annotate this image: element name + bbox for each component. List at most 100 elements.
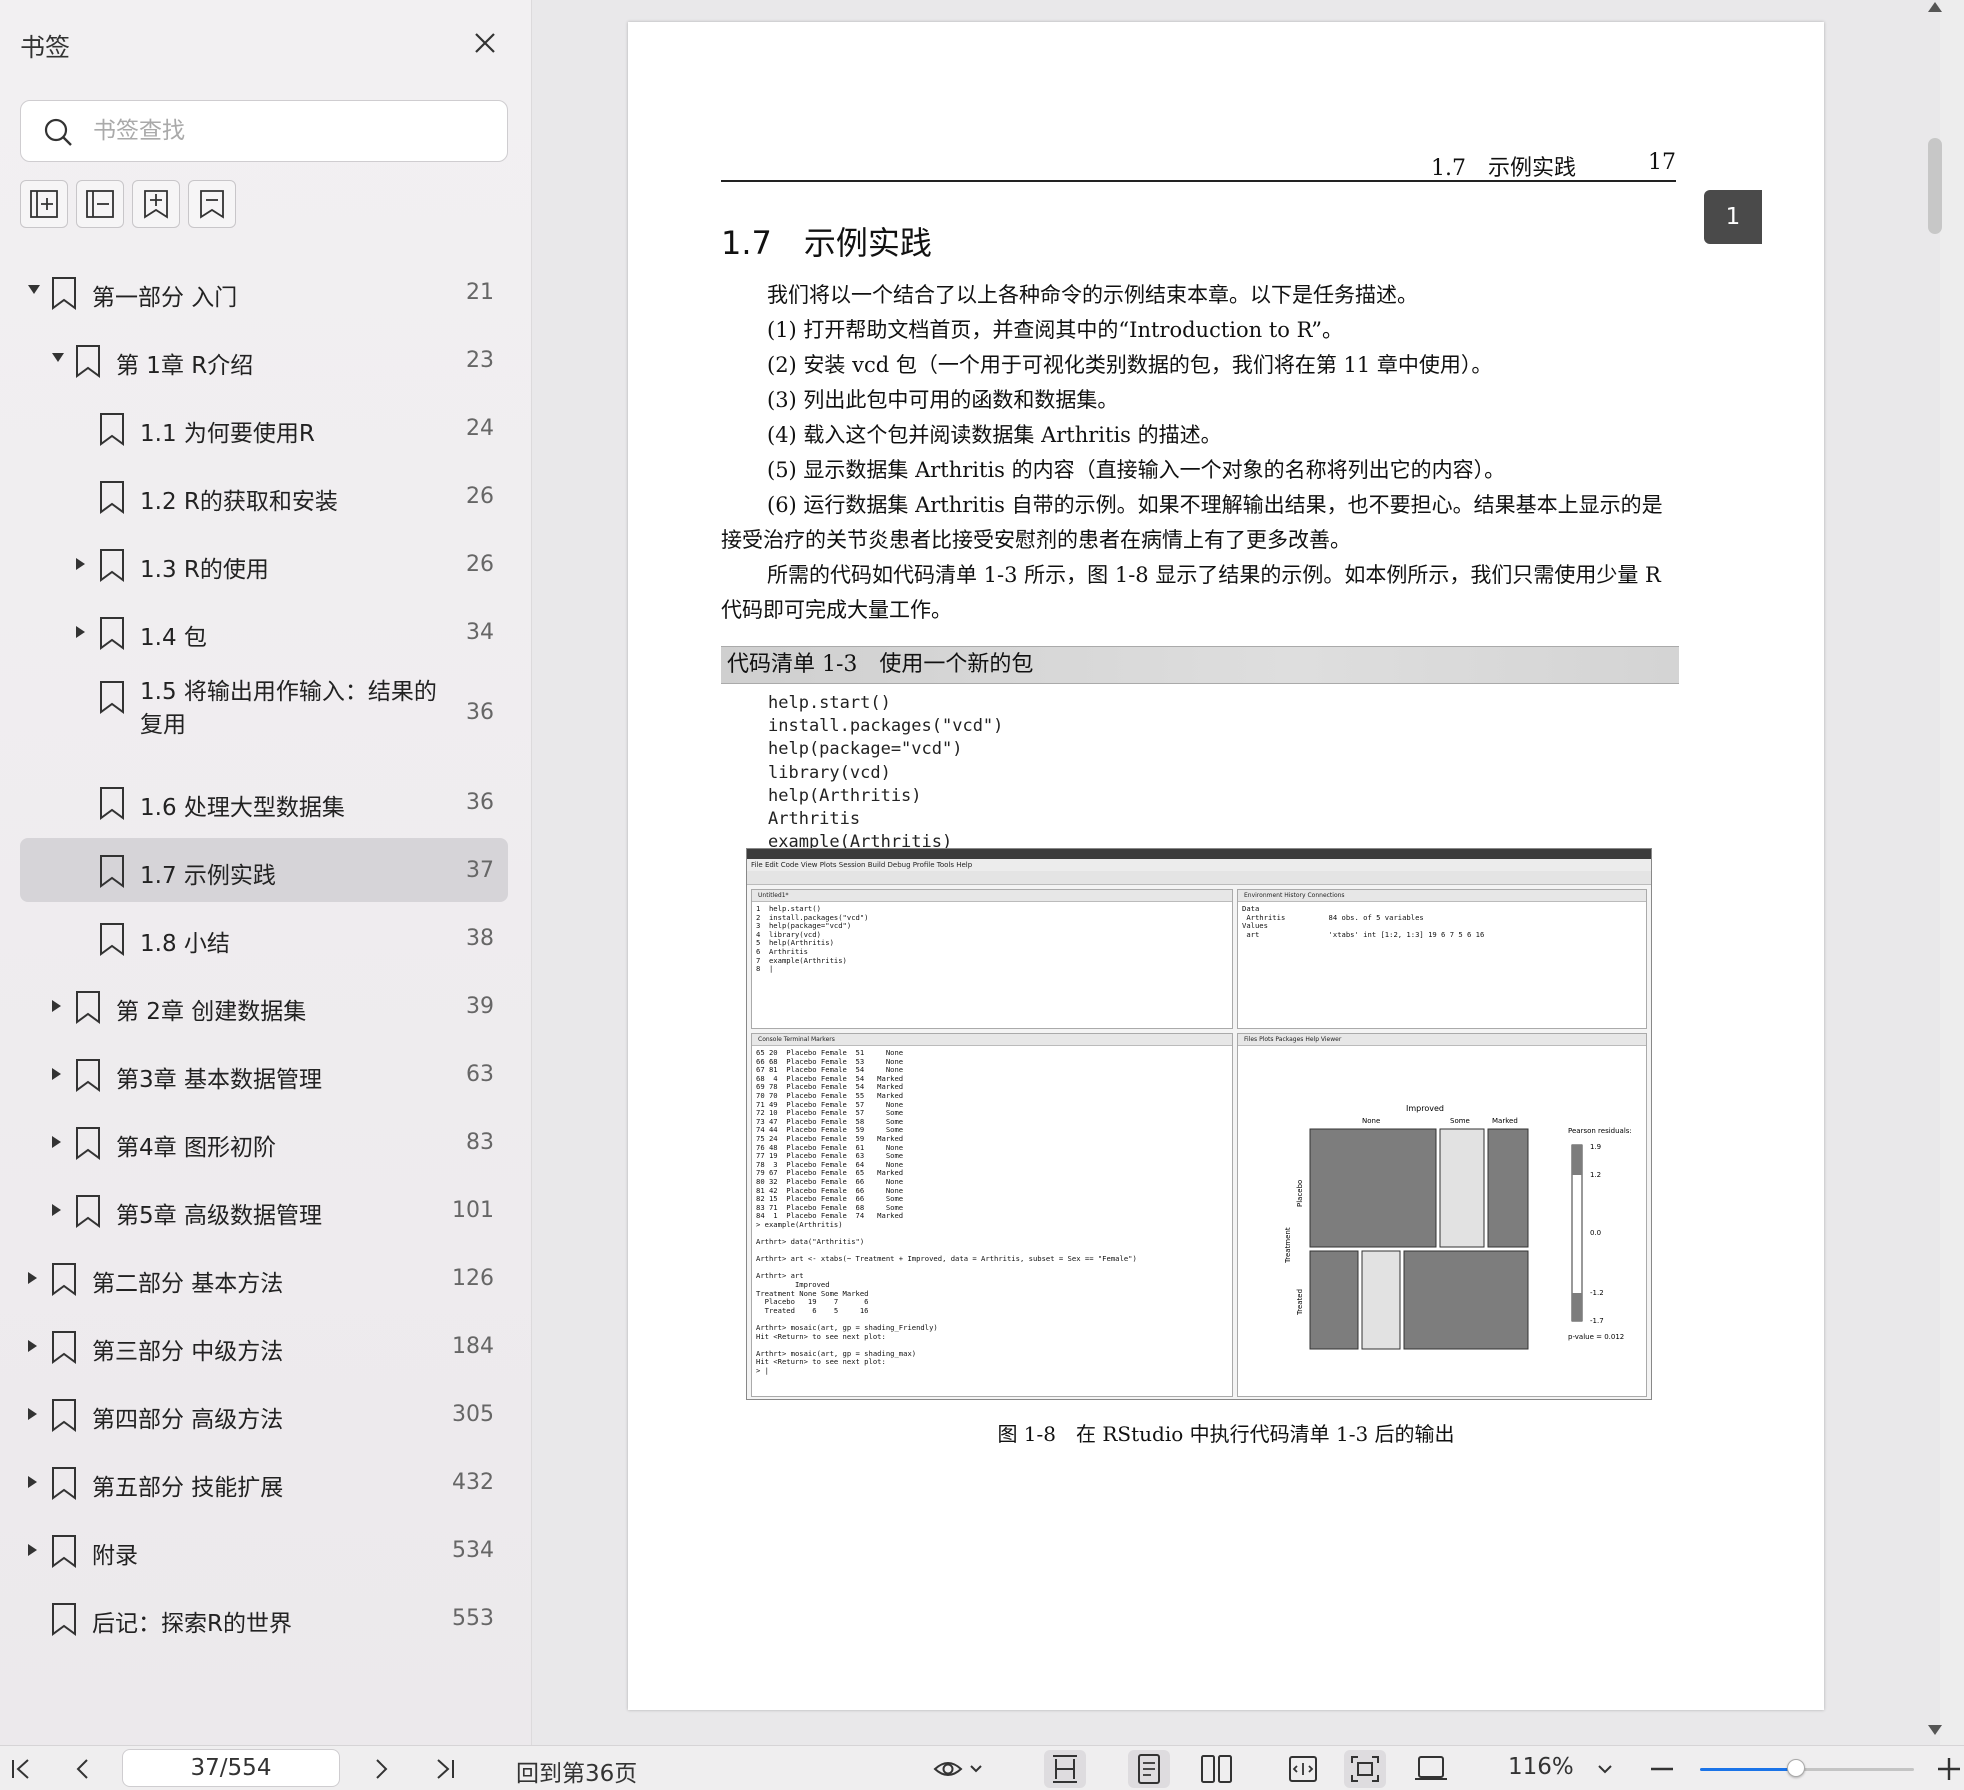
single-page-button[interactable] (1128, 1750, 1170, 1788)
collapsed-arrow-icon[interactable] (52, 1136, 61, 1148)
bookmark-item[interactable]: 1.2 R的获取和安装 26 (20, 464, 508, 528)
bookmark-item[interactable]: 1.7 示例实践 37 (20, 838, 508, 902)
zoom-level[interactable]: 116% (1508, 1754, 1574, 1780)
bookmark-search-input[interactable] (93, 111, 493, 151)
bookmark-icon (76, 1059, 100, 1092)
bookmark-page-number: 21 (466, 280, 494, 305)
bookmark-label: 后记：探索R的世界 (92, 1611, 292, 1637)
bookmark-item[interactable]: 第4章 图形初阶 83 (20, 1110, 508, 1174)
page-number-field[interactable] (122, 1749, 340, 1787)
mosaic-plot: Improved None Some Marked Treatment Placebo Tr… (1284, 1104, 1632, 1350)
step-text: (4) 载入这个包并阅读数据集 Arthritis 的描述。 (767, 423, 1222, 447)
continuous-scroll-button[interactable] (1044, 1750, 1086, 1788)
bookmark-item[interactable]: 第一部分 入门 21 (20, 260, 508, 324)
expanded-arrow-icon[interactable] (52, 353, 64, 362)
bookmark-item[interactable]: 第三部分 中级方法 184 (20, 1314, 508, 1378)
bookmark-item[interactable]: 第5章 高级数据管理 101 (20, 1178, 508, 1242)
zoom-dropdown-chevron-icon[interactable] (1590, 1752, 1620, 1786)
zoom-slider-knob[interactable] (1787, 1759, 1806, 1777)
collapsed-arrow-icon[interactable] (76, 558, 85, 570)
step-2: (2) 安装 vcd 包（一个用于可视化类别数据的包，我们将在第 11 章中使用… (721, 348, 1681, 383)
bookmark-item[interactable]: 1.1 为何要使用R 24 (20, 396, 508, 460)
bookmark-icon (76, 1195, 100, 1228)
code-line: help(Arthritis) (768, 785, 922, 806)
bookmark-item[interactable]: 1.4 包 34 (20, 600, 508, 664)
vertical-scrollbar[interactable] (1940, 0, 1964, 1745)
eye-view-mode-icon[interactable] (932, 1752, 986, 1786)
collapsed-arrow-icon[interactable] (28, 1408, 37, 1420)
mosaic-tile (1309, 1128, 1437, 1248)
zoom-out-icon[interactable] (1645, 1752, 1679, 1786)
presentation-icon[interactable] (1410, 1752, 1452, 1786)
bookmark-item[interactable]: 第二部分 基本方法 126 (20, 1246, 508, 1310)
bookmark-page-number: 26 (466, 484, 494, 509)
bookmark-item[interactable]: 第五部分 技能扩展 432 (20, 1450, 508, 1514)
legend-tick-label: 1.9 (1590, 1143, 1601, 1151)
bookmark-item[interactable]: 第四部分 高级方法 305 (20, 1382, 508, 1446)
legend-title: Pearson residuals: (1568, 1127, 1632, 1135)
zoom-in-icon[interactable] (1934, 1752, 1964, 1786)
bookmark-page-number: 553 (452, 1606, 494, 1631)
collapsed-arrow-icon[interactable] (52, 1000, 61, 1012)
bookmark-icon (76, 345, 100, 378)
intro-text: 我们将以一个结合了以上各种命令的示例结束本章。以下是任务描述。 (767, 283, 1418, 307)
bookmark-item[interactable]: 1.3 R的使用 26 (20, 532, 508, 596)
expanded-arrow-icon[interactable] (28, 285, 40, 294)
bookmark-page-number: 24 (466, 416, 494, 441)
bookmark-item[interactable]: 1.5 将输出用作输入：结果的复用 36 (20, 668, 508, 756)
next-page-icon[interactable] (364, 1752, 398, 1786)
remove-bookmark-button[interactable] (188, 180, 236, 228)
rstudio-screenshot-figure: File Edit Code View Plots Session Build … (746, 848, 1652, 1400)
bookmark-icon (76, 991, 100, 1024)
legend-tick-label: -1.2 (1590, 1289, 1604, 1297)
go-back-link[interactable]: 回到第36页 (516, 1754, 637, 1788)
editor-code: 1 help.start() 2 install.packages("vcd")… (756, 904, 869, 974)
bookmark-page-number: 63 (466, 1062, 494, 1087)
collapsed-arrow-icon[interactable] (28, 1272, 37, 1284)
step-text: (3) 列出此包中可用的函数和数据集。 (767, 388, 1119, 412)
code-line: library(vcd) (768, 762, 891, 783)
add-bookmark-button[interactable] (132, 180, 180, 228)
scroll-up-arrow-icon[interactable] (1928, 2, 1942, 12)
bookmark-item[interactable]: 1.6 处理大型数据集 36 (20, 770, 508, 834)
last-page-icon[interactable] (428, 1752, 462, 1786)
bookmark-item[interactable]: 第 1章 R介绍 23 (20, 328, 508, 392)
collapsed-arrow-icon[interactable] (52, 1068, 61, 1080)
bookmark-search[interactable] (20, 100, 508, 162)
mosaic-tile (1439, 1128, 1485, 1248)
bookmark-item[interactable]: 1.8 小结 38 (20, 906, 508, 970)
mosaic-tile (1361, 1250, 1401, 1350)
bookmark-label: 第5章 高级数据管理 (116, 1203, 322, 1229)
scroll-down-arrow-icon[interactable] (1928, 1725, 1942, 1735)
bookmark-page-number: 83 (466, 1130, 494, 1155)
fit-page-button[interactable] (1344, 1750, 1386, 1788)
bookmark-item[interactable]: 附录 534 (20, 1518, 508, 1582)
bookmark-page-number: 36 (466, 790, 494, 815)
bookmark-icon (52, 1535, 76, 1568)
bookmark-label: 1.8 小结 (140, 931, 230, 957)
bookmark-item[interactable]: 后记：探索R的世界 553 (20, 1586, 508, 1650)
collapsed-arrow-icon[interactable] (52, 1204, 61, 1216)
collapsed-arrow-icon[interactable] (28, 1544, 37, 1556)
bookmark-page-number: 34 (466, 620, 494, 645)
collapsed-arrow-icon[interactable] (28, 1476, 37, 1488)
previous-page-icon[interactable] (66, 1752, 100, 1786)
figure-toolbar (747, 871, 1651, 885)
expand-all-button[interactable] (20, 180, 68, 228)
collapsed-arrow-icon[interactable] (28, 1340, 37, 1352)
bookmark-label: 附录 (92, 1543, 138, 1569)
collapsed-arrow-icon[interactable] (76, 626, 85, 638)
bookmark-icon (100, 413, 124, 446)
bookmark-item[interactable]: 第 2章 创建数据集 39 (20, 974, 508, 1038)
figure-titlebar (747, 849, 1651, 859)
two-page-icon[interactable] (1196, 1752, 1238, 1786)
bookmark-page-number: 38 (466, 926, 494, 951)
bookmark-item[interactable]: 第3章 基本数据管理 63 (20, 1042, 508, 1106)
collapse-all-button[interactable] (76, 180, 124, 228)
close-icon[interactable] (468, 26, 502, 60)
fit-width-icon[interactable] (1282, 1752, 1324, 1786)
zoom-slider[interactable] (1700, 1759, 1914, 1777)
bookmark-icon (100, 855, 124, 888)
first-page-icon[interactable] (4, 1752, 38, 1786)
scrollbar-thumb[interactable] (1928, 138, 1942, 234)
